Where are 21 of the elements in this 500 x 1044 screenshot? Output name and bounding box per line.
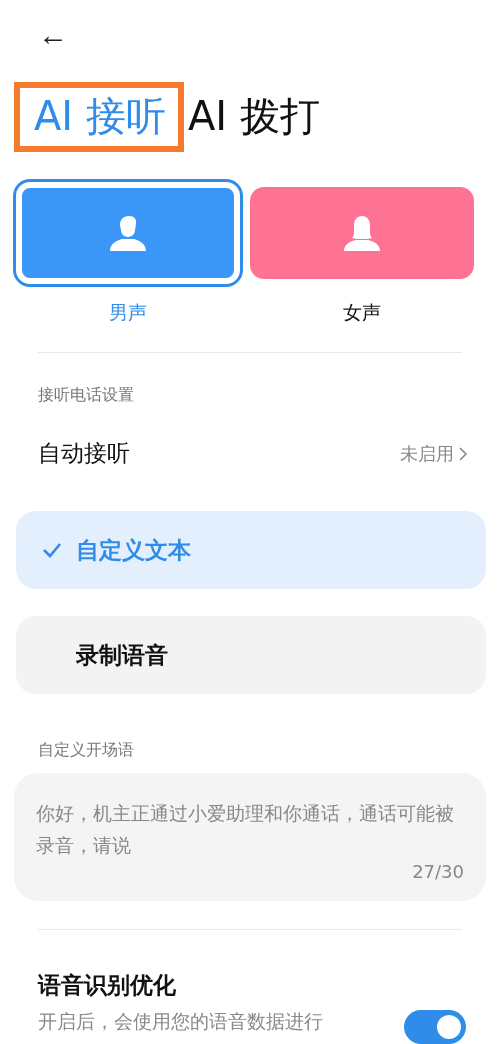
option-item[interactable]: 录制语音 (16, 616, 486, 695)
field-text: 你好，机主正通过小爱助理和你通话，通话可能被录音，请说 (36, 801, 455, 859)
row-value: 未启用 (400, 441, 454, 466)
tab[interactable]: AI 拨打 (187, 82, 338, 152)
chevron-icon (458, 445, 468, 462)
back-button[interactable]: ← (34, 18, 72, 52)
person-icon (108, 213, 148, 253)
setting-description: 开启后，会使用您的语音数据进行 (38, 1009, 323, 1034)
field-label: 自定义开场语 (38, 740, 135, 762)
auto-answer-row[interactable]: 自动接听 未启用 (0, 430, 500, 478)
voice-card[interactable] (250, 187, 474, 279)
section-title: 接听电话设置 (38, 385, 135, 406)
toggle-switch[interactable] (404, 1010, 466, 1044)
voice-label: 男声 (109, 300, 147, 325)
person-icon (342, 213, 382, 253)
voice-label: 女声 (343, 300, 381, 325)
voice-card[interactable] (16, 182, 240, 284)
row-label: 自动接听 (38, 439, 130, 469)
check-icon (42, 542, 62, 559)
char-count: 27/30 (412, 861, 464, 883)
setting-title: 语音识别优化 (38, 971, 177, 1000)
